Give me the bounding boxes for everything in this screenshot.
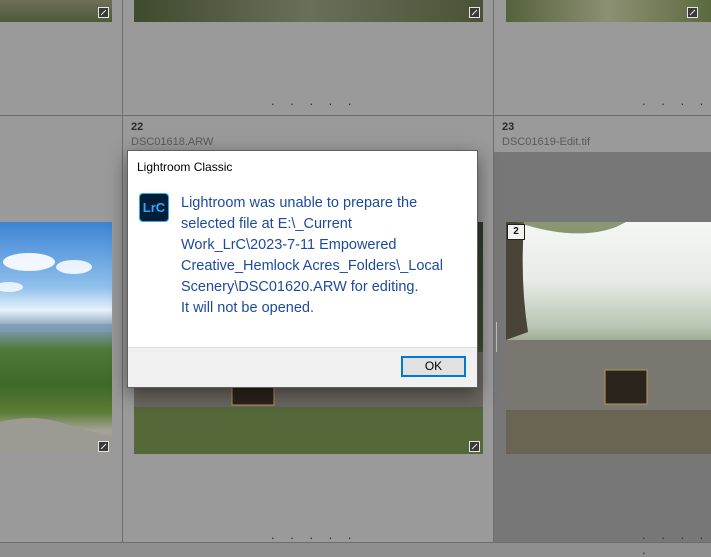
edit-badge-icon [469,441,480,452]
thumbnail-dots: . . . . . [271,527,358,542]
thumbnail-top-middle[interactable] [134,0,483,22]
grid-cell-top-middle[interactable]: . . . . . [123,0,494,116]
dialog-footer: OK [128,347,477,387]
dialog-title: Lightroom Classic [137,160,233,174]
grid-cell-top-right[interactable]: . . . . . [494,0,711,123]
landscape-scene [0,253,112,454]
edit-badge-icon [687,7,698,18]
cell-index: 23 [502,121,515,133]
edit-badge-icon [98,441,109,452]
cell-filename: DSC01618.ARW [131,136,214,148]
edit-badge-icon [98,7,109,18]
grid-cell-left[interactable] [0,116,123,543]
thumbnail-top-right[interactable] [506,0,711,22]
dialog-message: Lightroom was unable to prepare the sele… [181,195,443,316]
lightroom-classic-icon: LrC [139,193,169,222]
thumbnail-dots: . . . . . [271,93,358,108]
thumbnail-top-left[interactable] [0,0,112,22]
ok-button[interactable]: OK [401,356,466,377]
thumbnail-landscape-left[interactable] [0,222,112,454]
cell-index: 22 [131,121,144,133]
error-dialog: Lightroom Classic LrC Lightroom was unab… [127,150,478,388]
grid-cell-23[interactable]: 23 DSC01619-Edit.tif 2 . . . . . [494,116,711,557]
edit-badge-icon [469,7,480,18]
thumbnail-dots: . . . . . [642,527,710,557]
thumbnail-dsc01619-edit[interactable] [506,222,711,454]
tree-rock-scene [506,222,711,454]
cell-filename: DSC01619-Edit.tif [502,136,591,148]
panel-resize-grip[interactable] [496,322,500,352]
stack-count-badge[interactable]: 2 [507,224,525,240]
grid-cell-top-left[interactable]: . . . . . [0,0,123,116]
